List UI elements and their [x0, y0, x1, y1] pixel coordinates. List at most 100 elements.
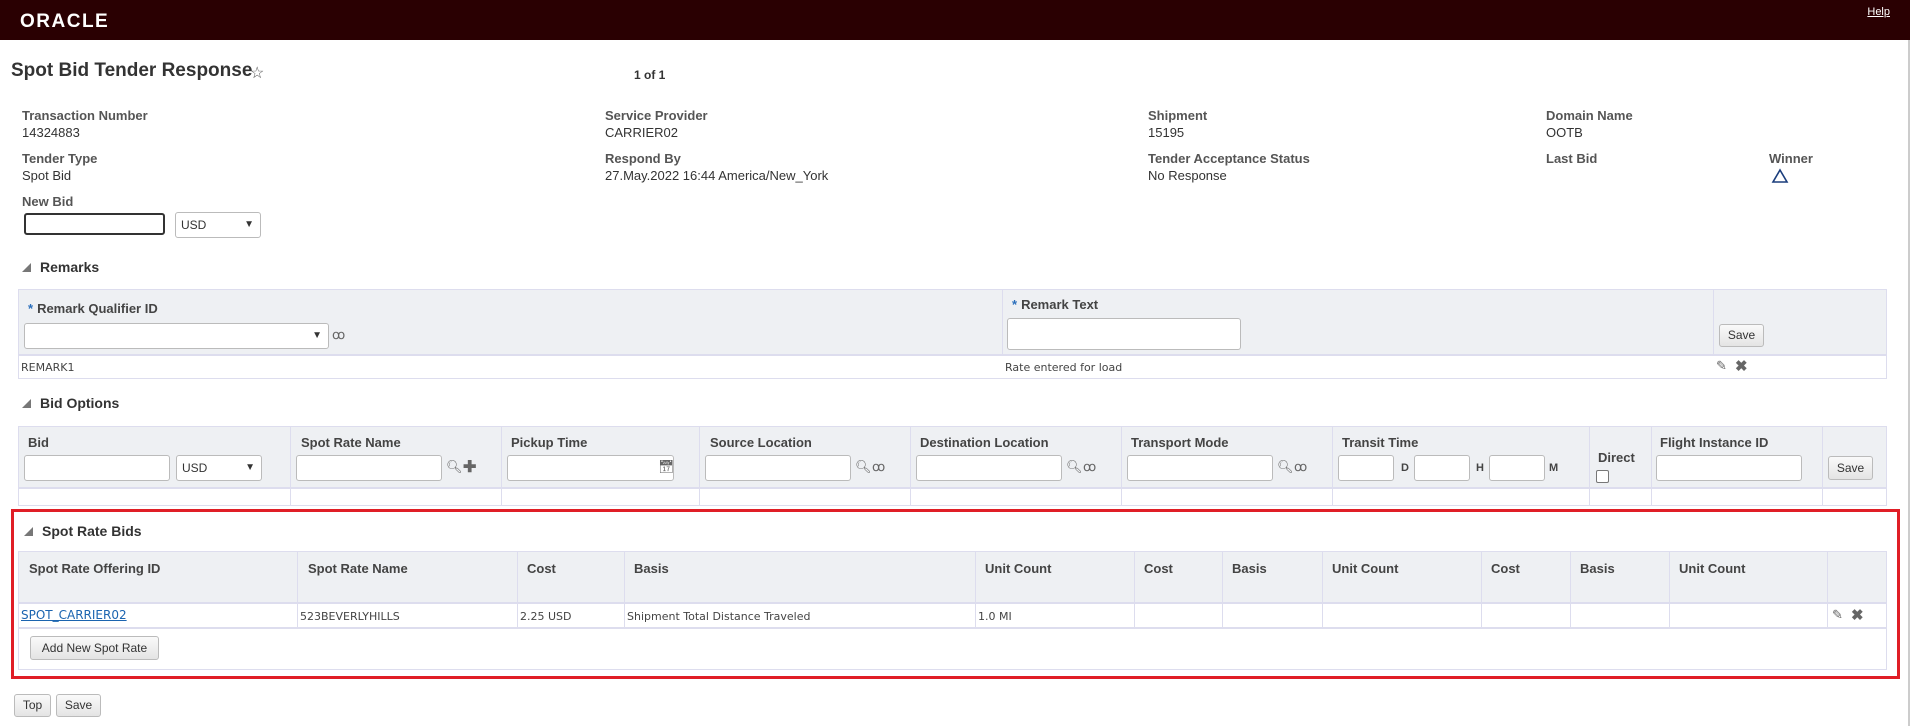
transit-hours-input[interactable] — [1414, 455, 1470, 481]
divider — [1669, 551, 1670, 628]
bid-options-section-title[interactable]: Bid Options — [22, 395, 119, 411]
search-icon[interactable]: 🔍︎ — [1066, 459, 1083, 475]
transport-mode-col-header: Transport Mode — [1131, 435, 1229, 450]
winner-label: Winner — [1769, 151, 1813, 166]
cost-col-header: Cost — [527, 561, 556, 576]
delete-x-icon[interactable]: ✖ — [1851, 606, 1864, 624]
top-bar: ORACLE Help — [0, 0, 1910, 40]
source-location-col-header: Source Location — [710, 435, 812, 450]
tender-acceptance-status-value: No Response — [1148, 168, 1227, 183]
divider — [624, 551, 625, 628]
search-icon[interactable]: 🔍︎ — [446, 459, 463, 475]
divider — [1651, 426, 1652, 506]
add-row-area — [18, 628, 1887, 670]
respond-by-label: Respond By — [605, 151, 681, 166]
divider — [1322, 551, 1323, 628]
chevron-down-icon: ▼ — [245, 462, 255, 473]
pager: 1 of 1 — [634, 68, 666, 82]
divider — [501, 426, 502, 506]
add-plus-icon[interactable]: ✚ — [463, 457, 476, 477]
bid-options-save-button[interactable]: Save — [1828, 456, 1873, 480]
flight-instance-id-input[interactable] — [1656, 455, 1802, 481]
cost-col-header: Cost — [1144, 561, 1173, 576]
transport-mode-input[interactable] — [1127, 455, 1273, 481]
destination-location-input[interactable] — [916, 455, 1062, 481]
edit-pencil-icon[interactable]: ✎ — [1832, 607, 1843, 623]
pickup-time-input[interactable] — [507, 455, 674, 481]
edit-pencil-icon[interactable]: ✎ — [1716, 358, 1727, 374]
basis-cell: Shipment Total Distance Traveled — [627, 610, 811, 623]
remark-text-input[interactable] — [1007, 318, 1241, 350]
collapse-triangle-icon — [24, 527, 33, 536]
help-link[interactable]: Help — [1867, 6, 1890, 18]
transit-minutes-unit: M — [1549, 462, 1559, 474]
transaction-number-label: Transaction Number — [22, 108, 148, 123]
collapse-triangle-icon — [22, 399, 31, 408]
divider — [975, 551, 976, 628]
lookup-glasses-icon[interactable]: ꝏ — [332, 327, 345, 343]
lookup-glasses-icon[interactable]: ꝏ — [1294, 459, 1307, 475]
remark-text-cell: Rate entered for load — [1005, 361, 1123, 374]
remarks-section-title[interactable]: Remarks — [22, 259, 99, 275]
service-provider-label: Service Provider — [605, 108, 708, 123]
lookup-glasses-icon[interactable]: ꝏ — [872, 459, 885, 475]
direct-checkbox[interactable] — [1596, 470, 1609, 483]
footer-save-button[interactable]: Save — [56, 694, 101, 717]
remark-qualifier-id-select[interactable]: ▼ — [24, 323, 329, 349]
delete-x-icon[interactable]: ✖ — [1735, 357, 1748, 375]
tender-type-value: Spot Bid — [22, 168, 72, 183]
add-new-spot-rate-button[interactable]: Add New Spot Rate — [30, 636, 159, 660]
new-bid-currency-select[interactable]: USD ▼ — [175, 212, 261, 238]
service-provider-value: CARRIER02 — [605, 125, 678, 140]
bid-input[interactable] — [24, 455, 170, 481]
calendar-icon[interactable]: 📅︎ — [658, 459, 675, 475]
shipment-value: 15195 — [1148, 125, 1185, 140]
search-icon[interactable]: 🔍︎ — [855, 459, 872, 475]
respond-by-value: 27.May.2022 16:44 America/New_York — [605, 168, 829, 183]
basis-col-header: Basis — [1580, 561, 1615, 576]
source-location-input[interactable] — [705, 455, 851, 481]
search-icon[interactable]: 🔍︎ — [1277, 459, 1294, 475]
top-button[interactable]: Top — [14, 694, 51, 717]
basis-col-header: Basis — [1232, 561, 1267, 576]
divider — [1121, 426, 1122, 506]
remark-qualifier-cell: REMARK1 — [21, 361, 75, 374]
transit-time-col-header: Transit Time — [1342, 435, 1419, 450]
unit-count-col-header: Unit Count — [985, 561, 1052, 576]
chevron-down-icon: ▼ — [312, 330, 322, 341]
new-bid-input[interactable] — [24, 213, 165, 235]
divider — [699, 426, 700, 506]
lookup-glasses-icon[interactable]: ꝏ — [1083, 459, 1096, 475]
transit-days-input[interactable] — [1338, 455, 1394, 481]
shipment-label: Shipment — [1148, 108, 1208, 123]
favorite-star-icon[interactable]: ☆ — [250, 63, 264, 83]
flight-instance-id-col-header: Flight Instance ID — [1660, 435, 1769, 450]
unit-count-cell: 1.0 MI — [978, 610, 1012, 623]
remark-text-header: * Remark Text — [1012, 297, 1098, 312]
transaction-number-value: 14324883 — [22, 125, 80, 140]
bid-currency-value: USD — [182, 461, 208, 475]
page-title: Spot Bid Tender Response — [11, 60, 253, 81]
required-mark: * — [1012, 297, 1018, 312]
bid-currency-select[interactable]: USD ▼ — [176, 455, 262, 481]
spot-rate-name-input[interactable] — [296, 455, 442, 481]
remark-qualifier-id-header: * Remark Qualifier ID — [28, 301, 158, 316]
cost-cell: 2.25 USD — [520, 610, 572, 623]
divider — [1481, 551, 1482, 628]
remarks-save-button[interactable]: Save — [1719, 324, 1764, 347]
remark-text-label: Remark Text — [1021, 297, 1099, 312]
collapse-triangle-icon — [22, 263, 31, 272]
tender-acceptance-status-label: Tender Acceptance Status — [1148, 151, 1310, 166]
basis-col-header: Basis — [634, 561, 669, 576]
bid-options-title-text: Bid Options — [40, 395, 120, 411]
spot-rate-offering-id-col-header: Spot Rate Offering ID — [29, 561, 161, 576]
remarks-title-text: Remarks — [40, 259, 100, 275]
new-bid-currency-value: USD — [181, 218, 207, 232]
divider — [1222, 551, 1223, 628]
warning-triangle-icon — [1771, 168, 1789, 183]
transit-minutes-input[interactable] — [1489, 455, 1545, 481]
chevron-down-icon: ▼ — [244, 219, 254, 230]
spot-rate-offering-id-link[interactable]: SPOT_CARRIER02 — [21, 608, 127, 622]
divider — [290, 426, 291, 506]
spot-rate-bids-section-title[interactable]: Spot Rate Bids — [24, 523, 142, 539]
